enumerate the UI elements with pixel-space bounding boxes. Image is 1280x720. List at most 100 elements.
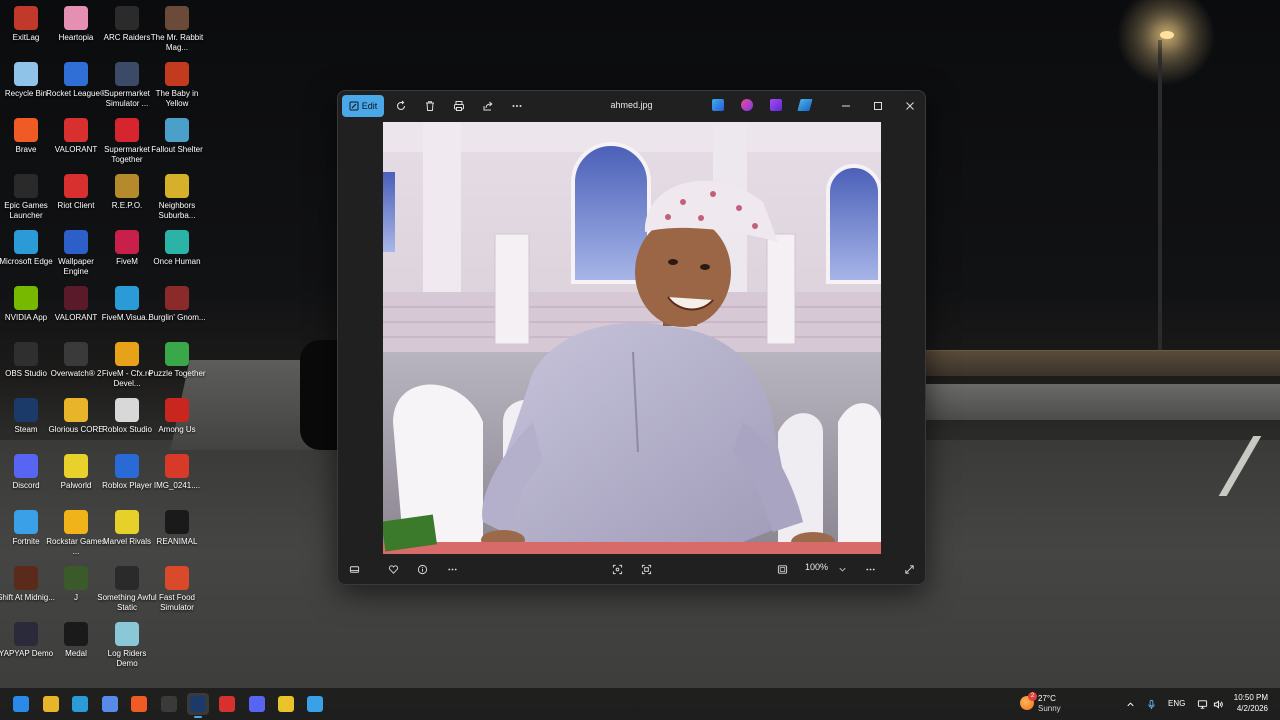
edit-button[interactable]: Edit — [342, 95, 384, 117]
maximize-button[interactable] — [862, 91, 894, 121]
clipchamp-icon[interactable] — [741, 99, 753, 111]
visual-search-button[interactable] — [638, 561, 654, 577]
desktop-icon[interactable]: Brave — [0, 114, 52, 168]
desktop-icon[interactable]: FiveM — [101, 226, 153, 280]
wallpaper-guardrail — [925, 350, 1280, 376]
photos-icon[interactable] — [304, 693, 326, 715]
fit-window-icon — [777, 564, 787, 574]
clock-date[interactable]: 4/2/2026 — [1228, 704, 1268, 713]
share-button[interactable] — [480, 98, 496, 114]
volume-button[interactable] — [1211, 697, 1225, 711]
nvidia-icon — [14, 286, 38, 310]
desktop-icon[interactable]: Log Riders Demo — [101, 618, 153, 672]
desktop-icon[interactable]: Marvel Rivals — [101, 506, 153, 560]
rotate-button[interactable] — [393, 98, 409, 114]
desktop-icon[interactable]: The Baby in Yellow — [151, 58, 203, 112]
desktop-icon[interactable]: Neighbors Suburba... — [151, 170, 203, 224]
crop-icon — [612, 564, 622, 574]
close-button[interactable] — [894, 91, 925, 121]
desktop-icon[interactable]: Supermarket Simulator ... — [101, 58, 153, 112]
weather-widget[interactable]: 2 27°C Sunny — [1018, 692, 1088, 716]
microsoft-store-icon[interactable] — [99, 693, 121, 715]
full-screen-button[interactable] — [901, 561, 917, 577]
zoom-level[interactable]: 100% — [805, 562, 828, 572]
wallpaper-engine-icon — [64, 230, 88, 254]
desktop-icon[interactable]: Fast Food Simulator — [151, 562, 203, 616]
microphone-button[interactable] — [1144, 697, 1158, 711]
desktop-icon[interactable]: Recycle Bin — [0, 58, 52, 112]
desktop-icon[interactable]: Epic Games Launcher — [0, 170, 52, 224]
print-button[interactable] — [451, 98, 467, 114]
desktop-icon[interactable]: FiveM.Visua... — [101, 282, 153, 336]
desktop-icon[interactable]: Shift At Midnig... — [0, 562, 55, 616]
desktop-icon[interactable]: Among Us — [151, 394, 203, 448]
riot-client-icon[interactable] — [216, 693, 238, 715]
steam-icon[interactable] — [187, 693, 209, 718]
desktop-icon[interactable]: Wallpaper Engine — [50, 226, 102, 280]
desktop-icon[interactable]: J — [50, 562, 102, 616]
filmstrip-button[interactable] — [346, 561, 362, 577]
app-icon-blue[interactable] — [797, 99, 813, 111]
desktop-icon[interactable]: Rockstar Games ... — [46, 506, 106, 560]
desktop-icon[interactable]: Medal — [50, 618, 102, 672]
desktop-icon[interactable]: ExitLag — [0, 2, 52, 56]
desktop-icon[interactable]: Heartopia — [50, 2, 102, 56]
network-button[interactable] — [1195, 697, 1209, 711]
desktop-icon[interactable]: OBS Studio — [0, 338, 52, 392]
desktop-icon[interactable]: Overwatch® 2 — [50, 338, 102, 392]
start-button[interactable] — [10, 693, 32, 715]
more-options-button[interactable] — [509, 98, 525, 114]
desktop-icon[interactable]: R.E.P.O. — [101, 170, 153, 224]
desktop-icon[interactable]: Glorious CORE — [48, 394, 104, 448]
desktop-icon[interactable]: VALORANT — [50, 282, 102, 336]
desktop-icon[interactable]: Steam — [0, 394, 52, 448]
desktop-icon[interactable]: Burglin' Gnom... — [148, 282, 206, 336]
desktop-icon[interactable]: Discord — [0, 450, 52, 504]
fit-to-window-button[interactable] — [774, 561, 790, 577]
input-language[interactable]: ENG — [1168, 699, 1185, 708]
fortnite-icon — [14, 510, 38, 534]
desktop-icon[interactable]: REANIMAL — [151, 506, 203, 560]
medal-icon — [64, 622, 88, 646]
edge-icon[interactable] — [69, 693, 91, 715]
epic-games-icon[interactable] — [158, 693, 180, 715]
desktop-icon[interactable]: VALORANT — [50, 114, 102, 168]
desktop-icon[interactable]: Riot Client — [50, 170, 102, 224]
desktop-icon[interactable]: Roblox Studio — [101, 394, 153, 448]
discord-icon[interactable] — [246, 693, 268, 715]
desktop-icon[interactable]: Supermarket Together — [101, 114, 153, 168]
desktop-icon[interactable]: Something Awful Static — [97, 562, 157, 616]
more-options-bottom-button[interactable] — [444, 561, 460, 577]
file-explorer-icon[interactable] — [40, 693, 62, 715]
desktop-icon[interactable]: ARC Raiders — [101, 2, 153, 56]
desktop-icon[interactable]: Rocket League® — [46, 58, 106, 112]
more-zoom-options-button[interactable] — [862, 561, 878, 577]
desktop-icon[interactable]: Fortnite — [0, 506, 52, 560]
yapyap-icon — [14, 622, 38, 646]
app-icon-purple[interactable] — [770, 99, 782, 111]
favorite-button[interactable] — [385, 561, 401, 577]
desktop-icon[interactable]: NVIDIA App — [0, 282, 52, 336]
among-us-icon — [165, 398, 189, 422]
brave-icon[interactable] — [128, 693, 150, 715]
crop-button[interactable] — [609, 561, 625, 577]
image-viewer-icon[interactable] — [275, 693, 297, 715]
designer-icon[interactable] — [712, 99, 724, 111]
clock-time[interactable]: 10:50 PM — [1232, 693, 1268, 702]
burglin-gnomes-icon — [165, 286, 189, 310]
desktop-icon[interactable]: Roblox Player — [101, 450, 153, 504]
delete-button[interactable] — [422, 98, 438, 114]
desktop-icon[interactable]: Puzzle Together — [148, 338, 206, 392]
show-hidden-icons-button[interactable] — [1123, 697, 1137, 711]
zoom-dropdown[interactable] — [834, 561, 850, 577]
desktop-icon[interactable]: Fallout Shelter — [151, 114, 203, 168]
desktop-icon[interactable]: The Mr. Rabbit Mag... — [151, 2, 203, 56]
info-button[interactable] — [414, 561, 430, 577]
desktop-icon[interactable]: FiveM - Cfx.re Devel... — [101, 338, 153, 392]
desktop-icon[interactable]: Microsoft Edge — [0, 226, 53, 280]
desktop-icon[interactable]: YAPYAP Demo — [0, 618, 53, 672]
desktop-icon[interactable]: Palworld — [50, 450, 102, 504]
desktop-icon[interactable]: Once Human — [151, 226, 203, 280]
desktop-icon[interactable]: IMG_0241.... — [151, 450, 203, 504]
minimize-button[interactable] — [830, 91, 862, 121]
